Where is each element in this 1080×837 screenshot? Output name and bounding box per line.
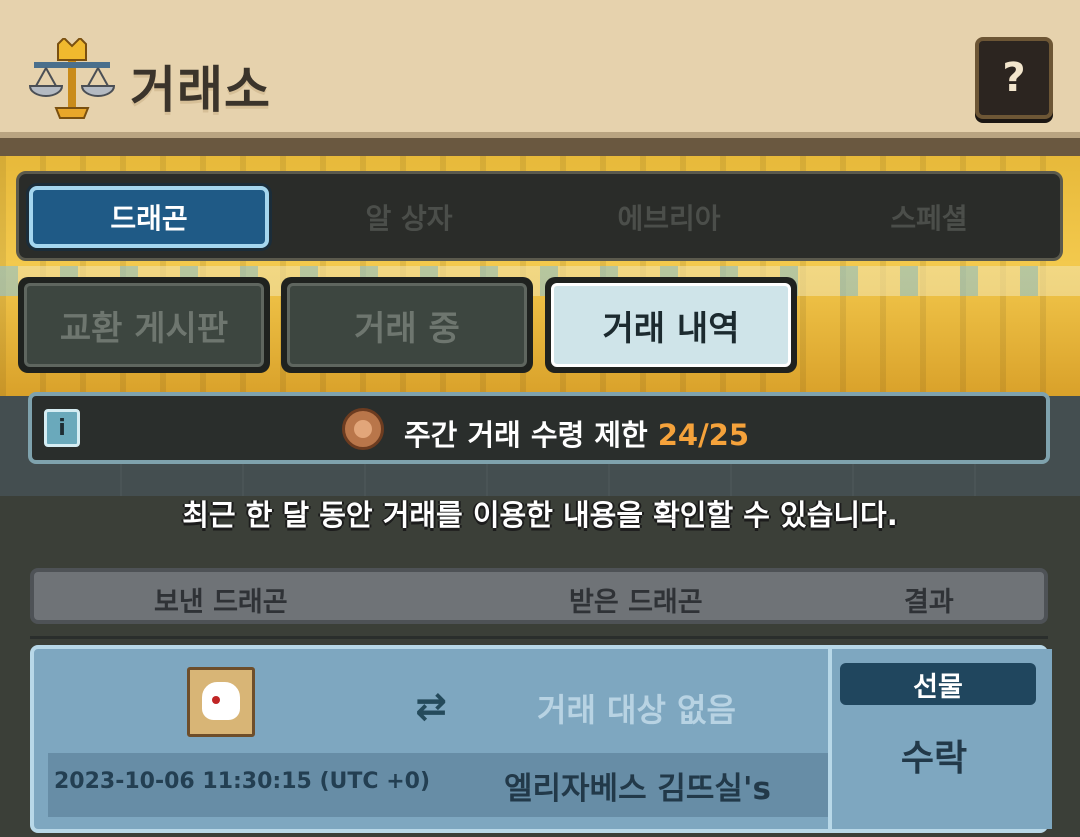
tab-special[interactable]: 스페셜 xyxy=(809,186,1049,248)
subtab-exchange-board[interactable]: 교환 게시판 xyxy=(18,277,270,373)
cat-coin-icon xyxy=(342,408,384,450)
history-table-header: 보낸 드래곤 받은 드래곤 결과 xyxy=(30,568,1048,624)
history-description: 최근 한 달 동안 거래를 이용한 내용을 확인할 수 있습니다. xyxy=(182,498,898,532)
page-title: 거래소 xyxy=(130,61,271,119)
weekly-limit-count: 24/25 xyxy=(657,418,750,452)
table-divider xyxy=(30,636,1048,639)
tab-dragon[interactable]: 드래곤 xyxy=(29,186,269,248)
header-divider xyxy=(0,138,1080,156)
scale-trophy-icon xyxy=(28,38,116,119)
received-dragon-text: 거래 대상 없음 xyxy=(537,691,736,729)
info-icon[interactable]: i xyxy=(44,409,80,447)
category-tab-bar: 드래곤 알 상자 에브리아 스페셜 xyxy=(16,171,1063,261)
weekly-limit-bar: i 주간 거래 수령 제한 24/25 xyxy=(28,392,1050,464)
subtab-trading[interactable]: 거래 중 xyxy=(281,277,533,373)
tab-everia[interactable]: 에브리아 xyxy=(549,186,789,248)
record-timestamp: 2023-10-06 11:30:15 (UTC +0) xyxy=(54,769,431,794)
help-button[interactable]: ? xyxy=(975,37,1053,119)
trade-type-badge: 선물 xyxy=(840,663,1036,705)
header-result: 결과 xyxy=(904,587,954,618)
subtab-trade-history[interactable]: 거래 내역 xyxy=(545,277,797,373)
subtab-trading-label: 거래 중 xyxy=(287,283,527,367)
weekly-limit-label: 주간 거래 수령 제한 xyxy=(404,418,648,452)
result-status: 수락 xyxy=(900,738,968,779)
swap-arrows-icon: ⇄ xyxy=(415,684,447,728)
weekly-limit-text: 주간 거래 수령 제한 24/25 xyxy=(404,412,749,454)
tab-egg-box[interactable]: 알 상자 xyxy=(289,186,529,248)
header-bar: 거래소 ? xyxy=(0,0,1080,138)
subtab-exchange-board-label: 교환 게시판 xyxy=(24,283,264,367)
sent-dragon-thumbnail[interactable] xyxy=(187,667,255,737)
result-column: 선물 수락 xyxy=(828,649,1052,829)
history-record-row[interactable]: ⇄ 거래 대상 없음 2023-10-06 11:30:15 (UTC +0) … xyxy=(30,645,1052,833)
trade-partner-name: 엘리자베스 김뜨실's xyxy=(504,771,771,807)
header-received-dragon: 받은 드래곤 xyxy=(569,587,703,618)
subtab-trade-history-label: 거래 내역 xyxy=(551,283,791,367)
header-sent-dragon: 보낸 드래곤 xyxy=(154,587,288,618)
